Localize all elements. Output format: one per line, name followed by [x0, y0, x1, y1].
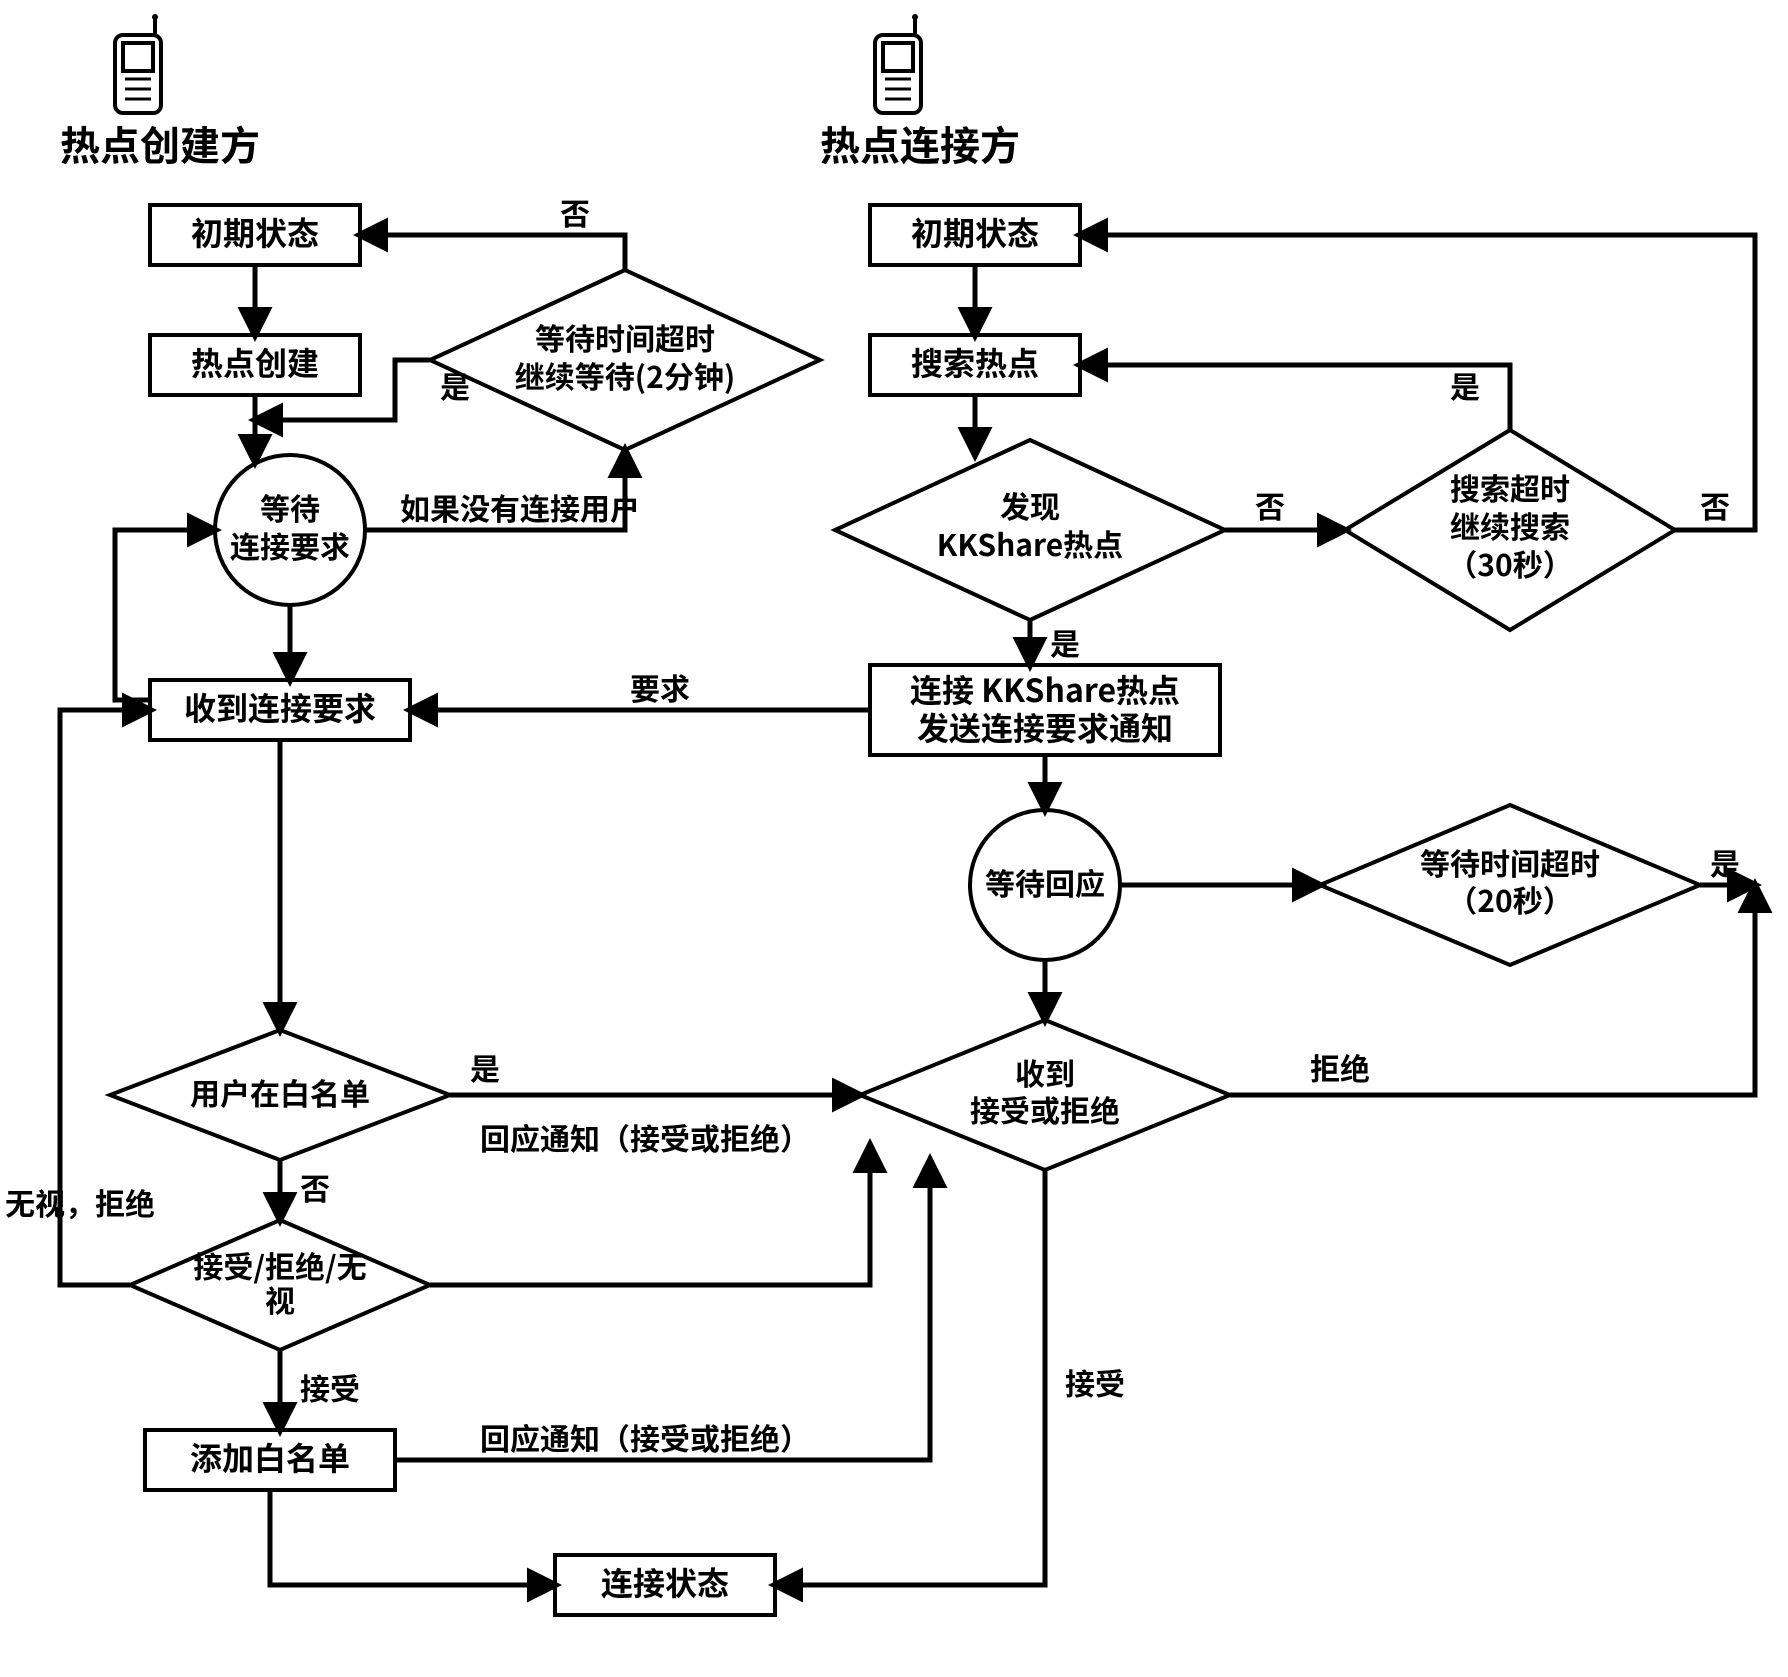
box-c-recv-label: 收到连接要求 — [184, 684, 376, 730]
box-r-init-label: 初期状态 — [911, 209, 1039, 255]
edge-reject-label: 拒绝 — [1310, 1045, 1370, 1089]
edge-ignore-reject-label: 无视，拒绝 — [5, 1180, 155, 1224]
diamond-c-decide-l2: 视 — [265, 1277, 295, 1321]
diamond-r-wto-l2: （20秒） — [1447, 877, 1572, 921]
edge-accept-label: 接受 — [300, 1365, 360, 1409]
edge-no-label4: 否 — [1700, 483, 1730, 527]
diamond-r-recv-l2: 接受或拒绝 — [970, 1087, 1120, 1131]
client-title: 热点连接方 — [820, 114, 1020, 172]
edge-yes-label: 是 — [440, 363, 470, 407]
box-c-create-label: 热点创建 — [191, 339, 319, 385]
edge-resp-notify-label: 回应通知（接受或拒绝） — [480, 1115, 810, 1159]
diamond-r-found-l2: KKShare热点 — [937, 521, 1123, 565]
box-r-search-label: 搜索热点 — [911, 339, 1039, 385]
edge-accept-label2: 接受 — [1065, 1360, 1125, 1404]
box-r-connect-l2: 发送连接要求通知 — [917, 704, 1173, 750]
box-c-init-label: 初期状态 — [191, 209, 319, 255]
circle-c-wait-l2: 连接要求 — [230, 523, 350, 567]
flowchart: 热点创建方 热点连接方 初期状态 热点创建 等待 连接要求 收到连接要求 等待时… — [0, 0, 1788, 1677]
diamond-c-timeout-l2: 继续等待(2分钟) — [515, 353, 735, 397]
edge-yes-label2: 是 — [470, 1045, 500, 1089]
diamond-r-sto-l3: （30秒） — [1447, 541, 1572, 585]
phone-icon — [115, 14, 161, 113]
edge-yes-label4: 是 — [1450, 363, 1480, 407]
edge-request-label: 要求 — [630, 665, 690, 709]
box-connected-label: 连接状态 — [601, 1559, 729, 1605]
edge-no-user-label: 如果没有连接用户 — [400, 485, 640, 529]
edge-no-label2: 否 — [560, 190, 590, 234]
edge-yes-label3: 是 — [1050, 620, 1080, 664]
box-c-addlist-label: 添加白名单 — [190, 1434, 350, 1480]
edge-yes-label5: 是 — [1710, 840, 1740, 884]
edge-no-label3: 否 — [1255, 483, 1285, 527]
diamond-c-inlist-label: 用户在白名单 — [190, 1070, 370, 1114]
creator-title: 热点创建方 — [60, 114, 260, 172]
circle-r-wait-label: 等待回应 — [985, 860, 1105, 904]
phone-icon — [875, 14, 921, 113]
edge-no-label: 否 — [300, 1165, 330, 1209]
edge-resp-notify-label2: 回应通知（接受或拒绝） — [480, 1415, 810, 1459]
